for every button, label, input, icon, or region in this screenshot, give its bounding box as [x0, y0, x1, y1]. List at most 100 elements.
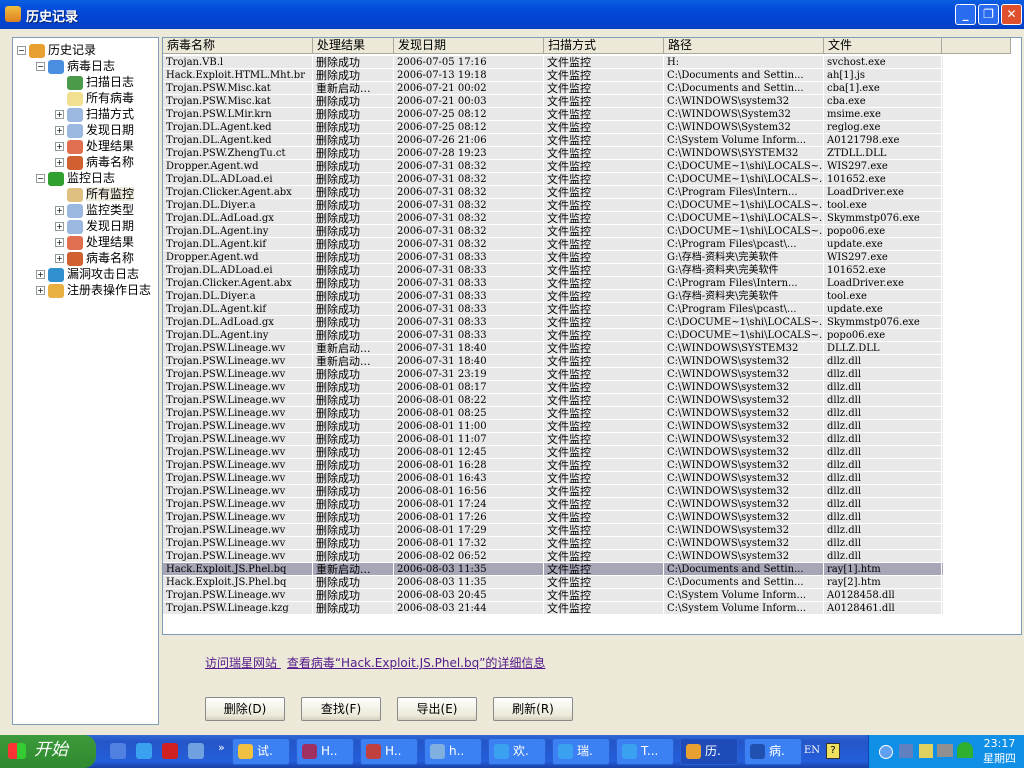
table-row[interactable]: Trojan.PSW.ZhengTu.ct 删除成功 2006-07-28 19:2…	[163, 147, 943, 160]
taskbar-button[interactable]: H..	[296, 738, 354, 765]
tree-item[interactable]: + 注册表操作日志	[36, 282, 151, 298]
help-icon[interactable]: ?	[826, 743, 840, 759]
table-row[interactable]: Hack.Exploit.JS.Phel.bq 重新启动... 2006-08-03…	[163, 563, 943, 576]
table-row[interactable]: Trojan.DL.ADLoad.ei 删除成功 2006-07-31 08:33 文…	[163, 264, 943, 277]
network-icon[interactable]	[899, 744, 913, 758]
table-row[interactable]: Trojan.DL.Diyer.a 删除成功 2006-07-31 08:32 文件监…	[163, 199, 943, 212]
tree-item[interactable]: 所有监控	[55, 186, 135, 202]
table-row[interactable]: Trojan.DL.AdLoad.gx 删除成功 2006-07-31 08:32 文…	[163, 212, 943, 225]
find-button[interactable]: 查找(F)	[301, 697, 381, 721]
table-row[interactable]: Trojan.PSW.Lineage.wv 删除成功 2006-07-31 23:1…	[163, 368, 943, 381]
tree-item[interactable]: + 发现日期	[55, 122, 134, 138]
tree-item[interactable]: + 发现日期	[55, 218, 134, 234]
table-row[interactable]: Trojan.PSW.Lineage.wv 删除成功 2006-08-01 11:0…	[163, 420, 943, 433]
expand-icon[interactable]: +	[55, 142, 64, 151]
table-row[interactable]: Trojan.PSW.Lineage.wv 删除成功 2006-08-01 17:2…	[163, 498, 943, 511]
tree-item[interactable]: + 漏洞攻击日志	[36, 266, 139, 282]
table-row[interactable]: Trojan.PSW.Lineage.wv 删除成功 2006-08-01 17:3…	[163, 537, 943, 550]
table-row[interactable]: Trojan.PSW.Misc.kat 重新启动... 2006-07-21 00:…	[163, 82, 943, 95]
taskbar-button[interactable]: 病.	[744, 738, 802, 765]
table-row[interactable]: Trojan.DL.AdLoad.gx 删除成功 2006-07-31 08:33 文…	[163, 316, 943, 329]
ie-icon[interactable]	[136, 743, 152, 759]
tree-item[interactable]: + 扫描方式	[55, 106, 134, 122]
minimize-button[interactable]: _	[955, 4, 976, 25]
table-row[interactable]: Trojan.PSW.Lineage.wv 删除成功 2006-08-01 08:1…	[163, 381, 943, 394]
table-row[interactable]: Trojan.DL.Agent.iny 删除成功 2006-07-31 08:33 文…	[163, 329, 943, 342]
tree-item[interactable]: + 处理结果	[55, 138, 134, 154]
restore-button[interactable]: ❐	[978, 4, 999, 25]
table-row[interactable]: Trojan.PSW.Lineage.wv 删除成功 2006-08-01 17:2…	[163, 511, 943, 524]
table-row[interactable]: Trojan.PSW.Lineage.wv 删除成功 2006-08-01 08:2…	[163, 394, 943, 407]
table-row[interactable]: Trojan.VB.l 删除成功 2006-07-05 17:16 文件监控 H: svc…	[163, 56, 943, 69]
table-row[interactable]: Trojan.PSW.Lineage.wv 删除成功 2006-08-01 16:5…	[163, 485, 943, 498]
tree-item[interactable]: + 处理结果	[55, 234, 134, 250]
quicklaunch-chevron[interactable]: »	[218, 741, 225, 754]
table-row[interactable]: Trojan.PSW.Lineage.wv 删除成功 2006-08-03 20:4…	[163, 589, 943, 602]
taskbar-button[interactable]: 试.	[232, 738, 290, 765]
table-row[interactable]: Trojan.PSW.Lineage.kzg 删除成功 2006-08-03 21:…	[163, 602, 943, 615]
media-icon[interactable]	[162, 743, 178, 759]
shield-icon[interactable]	[919, 744, 933, 758]
column-header[interactable]: 扫描方式	[544, 38, 664, 54]
column-header[interactable]: 路径	[664, 38, 824, 54]
expand-icon[interactable]: +	[55, 206, 64, 215]
table-row[interactable]: Trojan.DL.Agent.ked 删除成功 2006-07-26 21:06 文…	[163, 134, 943, 147]
expand-icon[interactable]: +	[36, 270, 45, 279]
tree-item[interactable]: − 历史记录	[17, 42, 96, 58]
table-row[interactable]: Trojan.PSW.Lineage.wv 删除成功 2006-08-02 06:5…	[163, 550, 943, 563]
visit-website-link[interactable]: 访问瑞星网站	[205, 656, 277, 670]
taskbar-button[interactable]: h..	[424, 738, 482, 765]
language-indicator[interactable]: EN	[804, 745, 820, 756]
delete-button[interactable]: 删除(D)	[205, 697, 285, 721]
table-row[interactable]: Dropper.Agent.wd 删除成功 2006-07-31 08:32 文件监控…	[163, 160, 943, 173]
virus-detail-link[interactable]: 查看病毒“Hack.Exploit.JS.Phel.bq”的详细信息	[287, 656, 546, 670]
tree-item[interactable]: − 监控日志	[36, 170, 115, 186]
table-row[interactable]: Trojan.DL.ADLoad.ei 删除成功 2006-07-31 08:32 文…	[163, 173, 943, 186]
taskbar-button[interactable]: 瑞.	[552, 738, 610, 765]
expand-icon[interactable]: +	[55, 158, 64, 167]
table-row[interactable]: Trojan.DL.Agent.ked 删除成功 2006-07-25 08:12 文…	[163, 121, 943, 134]
tree-item[interactable]: − 病毒日志	[36, 58, 115, 74]
table-row[interactable]: Trojan.PSW.Lineage.wv 删除成功 2006-08-01 17:2…	[163, 524, 943, 537]
taskbar-button[interactable]: 欢.	[488, 738, 546, 765]
table-row[interactable]: Trojan.DL.Agent.kif 删除成功 2006-07-31 08:32 文…	[163, 238, 943, 251]
tree-item[interactable]: + 监控类型	[55, 202, 134, 218]
table-row[interactable]: Trojan.PSW.Lineage.wv 删除成功 2006-08-01 16:4…	[163, 472, 943, 485]
table-row[interactable]: Dropper.Agent.wd 删除成功 2006-07-31 08:33 文件监控…	[163, 251, 943, 264]
column-header[interactable]: 病毒名称	[163, 38, 313, 54]
clock[interactable]: 23:17 星期四	[983, 736, 1016, 766]
collapse-icon[interactable]: −	[36, 174, 45, 183]
desktop-icon[interactable]	[110, 743, 126, 759]
collapse-icon[interactable]: −	[17, 46, 26, 55]
expand-icon[interactable]: +	[55, 126, 64, 135]
table-row[interactable]: Trojan.PSW.Lineage.wv 重新启动... 2006-07-31 1…	[163, 342, 943, 355]
taskbar-button[interactable]: H..	[360, 738, 418, 765]
table-row[interactable]: Trojan.PSW.LMir.krn 删除成功 2006-07-25 08:12 文…	[163, 108, 943, 121]
table-row[interactable]: Trojan.Clicker.Agent.abx 删除成功 2006-07-31 0…	[163, 186, 943, 199]
export-button[interactable]: 导出(E)	[397, 697, 477, 721]
log-tree[interactable]: − 历史记录 − 病毒日志 扫描日志 所有病毒 + 扫描方式 + 发现日期 + 处理结果 + 病毒名称 − 监…	[12, 37, 159, 725]
start-button[interactable]: 开始	[0, 735, 96, 768]
table-row[interactable]: Trojan.DL.Agent.kif 删除成功 2006-07-31 08:33 文…	[163, 303, 943, 316]
table-row[interactable]: Trojan.Clicker.Agent.abx 删除成功 2006-07-31 0…	[163, 277, 943, 290]
table-row[interactable]: Trojan.DL.Agent.iny 删除成功 2006-07-31 08:32 文…	[163, 225, 943, 238]
close-button[interactable]: ✕	[1001, 4, 1022, 25]
expand-icon[interactable]: +	[55, 238, 64, 247]
umbrella-icon[interactable]	[957, 742, 973, 758]
column-header[interactable]: 处理结果	[313, 38, 394, 54]
table-row[interactable]: Hack.Exploit.JS.Phel.bq 删除成功 2006-08-03 11…	[163, 576, 943, 589]
taskbar-button[interactable]: T...	[616, 738, 674, 765]
table-row[interactable]: Trojan.PSW.Lineage.wv 删除成功 2006-08-01 11:0…	[163, 433, 943, 446]
table-row[interactable]: Trojan.DL.Diyer.a 删除成功 2006-07-31 08:33 文件监…	[163, 290, 943, 303]
expand-icon[interactable]: +	[55, 110, 64, 119]
column-header[interactable]: 发现日期	[394, 38, 544, 54]
refresh-button[interactable]: 刷新(R)	[493, 697, 573, 721]
monitor-icon[interactable]	[937, 744, 953, 757]
collapse-icon[interactable]: −	[36, 62, 45, 71]
tree-item[interactable]: 所有病毒	[55, 90, 134, 106]
expand-icon[interactable]: +	[55, 254, 64, 263]
column-header-filler[interactable]	[942, 38, 1011, 54]
tray-expand-icon[interactable]	[879, 745, 893, 759]
tree-item[interactable]: 扫描日志	[55, 74, 134, 90]
log-table[interactable]: 病毒名称 处理结果 发现日期 扫描方式 路径 文件 Trojan.VB.l 删除成功 2006…	[162, 37, 1022, 635]
